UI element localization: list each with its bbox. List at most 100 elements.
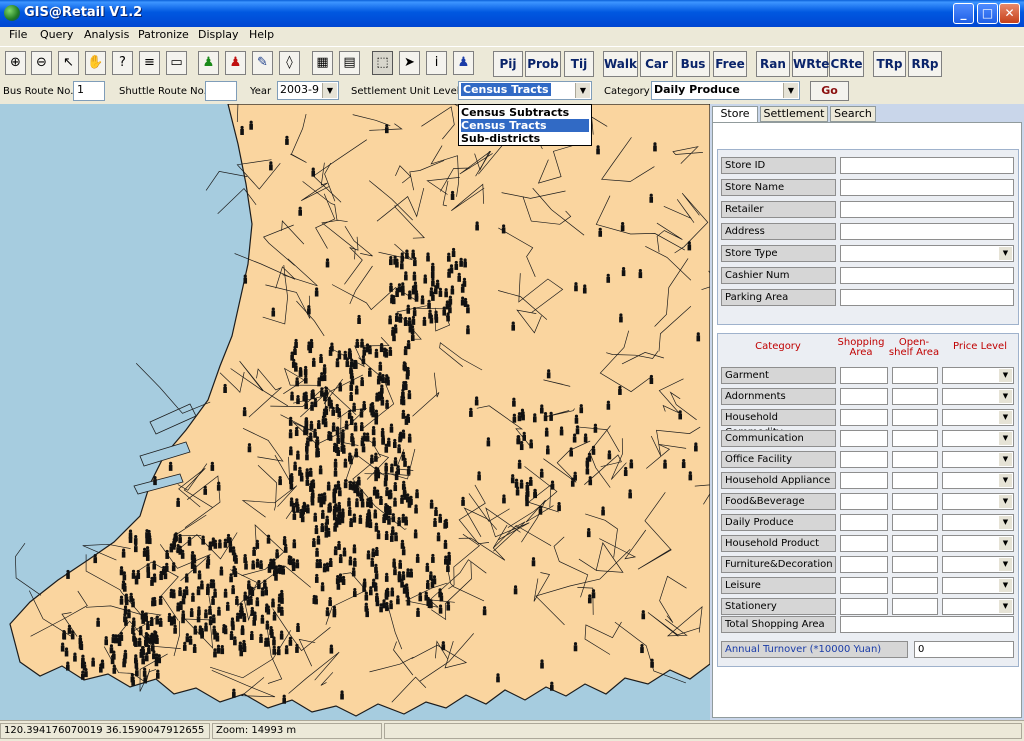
price-level-select[interactable]: ▼ bbox=[942, 430, 1014, 447]
shopping-area-field[interactable] bbox=[840, 430, 888, 447]
menu-analysis[interactable]: Analysis bbox=[84, 28, 129, 41]
store-type-select[interactable]: ▼ bbox=[840, 245, 1014, 262]
price-level-select[interactable]: ▼ bbox=[942, 556, 1014, 573]
rrp-button[interactable]: RRp bbox=[908, 51, 942, 77]
tij-button[interactable]: Tij bbox=[564, 51, 594, 77]
settlement-select[interactable]: Census Tracts ▼ bbox=[458, 81, 592, 100]
price-level-select[interactable]: ▼ bbox=[942, 472, 1014, 489]
shopping-area-field[interactable] bbox=[840, 367, 888, 384]
person-blue-icon[interactable]: ♟ bbox=[453, 51, 474, 75]
shopping-area-field[interactable] bbox=[840, 514, 888, 531]
bus-route-input[interactable]: 1 bbox=[73, 81, 105, 101]
crte-button[interactable]: CRte bbox=[829, 51, 864, 77]
open-shelf-area-field[interactable] bbox=[892, 430, 938, 447]
map-canvas[interactable] bbox=[0, 104, 710, 720]
open-shelf-area-field[interactable] bbox=[892, 577, 938, 594]
help-icon[interactable]: ? bbox=[112, 51, 133, 75]
open-shelf-area-field[interactable] bbox=[892, 514, 938, 531]
arrow-icon[interactable]: ➤ bbox=[399, 51, 420, 75]
zoom-in-icon[interactable]: ⊕ bbox=[5, 51, 26, 75]
wrte-button[interactable]: WRte bbox=[792, 51, 829, 77]
pij-button[interactable]: Pij bbox=[493, 51, 523, 77]
price-level-select[interactable]: ▼ bbox=[942, 409, 1014, 426]
option-census-tracts[interactable]: Census Tracts bbox=[461, 119, 589, 132]
shopping-area-field[interactable] bbox=[840, 388, 888, 405]
year-select[interactable]: 2003-9 ▼ bbox=[277, 81, 339, 100]
pointer-icon[interactable]: ↖ bbox=[58, 51, 79, 75]
shopping-area-field[interactable] bbox=[840, 493, 888, 510]
menu-patronize[interactable]: Patronize bbox=[138, 28, 189, 41]
menu-file[interactable]: File bbox=[9, 28, 27, 41]
person-marker-icon bbox=[415, 489, 419, 499]
open-shelf-area-field[interactable] bbox=[892, 472, 938, 489]
chevron-down-icon: ▼ bbox=[999, 579, 1012, 592]
menu-display[interactable]: Display bbox=[198, 28, 239, 41]
pin-icon[interactable]: ✎ bbox=[252, 51, 273, 75]
option-census-subtracts[interactable]: Census Subtracts bbox=[461, 106, 589, 119]
option-sub-districts[interactable]: Sub-districts bbox=[461, 132, 589, 145]
bus-button[interactable]: Bus bbox=[676, 51, 710, 77]
open-shelf-area-field[interactable] bbox=[892, 388, 938, 405]
shuttle-route-input[interactable] bbox=[205, 81, 237, 101]
layers-icon[interactable]: ≡ bbox=[139, 51, 160, 75]
price-level-select[interactable]: ▼ bbox=[942, 388, 1014, 405]
person-marker-icon bbox=[607, 450, 612, 460]
menu-query[interactable]: Query bbox=[40, 28, 73, 41]
category-select[interactable]: Daily Produce ▼ bbox=[651, 81, 800, 100]
price-level-select[interactable]: ▼ bbox=[942, 493, 1014, 510]
shopping-area-field[interactable] bbox=[840, 598, 888, 615]
go-button[interactable]: Go bbox=[810, 81, 849, 101]
retailer-field[interactable] bbox=[840, 201, 1014, 218]
person-marker-icon bbox=[403, 380, 408, 391]
info-icon[interactable]: i bbox=[426, 51, 447, 75]
report-icon[interactable]: ▤ bbox=[339, 51, 360, 75]
table-icon[interactable]: ▦ bbox=[312, 51, 333, 75]
open-shelf-area-field[interactable] bbox=[892, 598, 938, 615]
open-shelf-area-field[interactable] bbox=[892, 556, 938, 573]
trp-button[interactable]: TRp bbox=[873, 51, 906, 77]
select-icon[interactable]: ⬚ bbox=[372, 51, 393, 75]
prob-button[interactable]: Prob bbox=[525, 51, 561, 77]
price-level-select[interactable]: ▼ bbox=[942, 514, 1014, 531]
open-shelf-area-field[interactable] bbox=[892, 367, 938, 384]
free-button[interactable]: Free bbox=[713, 51, 747, 77]
pan-hand-icon[interactable]: ✋ bbox=[85, 51, 106, 75]
shopping-area-field[interactable] bbox=[840, 577, 888, 594]
address-field[interactable] bbox=[840, 223, 1014, 240]
tab-search[interactable]: Search bbox=[830, 106, 876, 122]
shopping-area-field[interactable] bbox=[840, 451, 888, 468]
walk-button[interactable]: Walk bbox=[603, 51, 638, 77]
shopping-area-field[interactable] bbox=[840, 472, 888, 489]
price-level-select[interactable]: ▼ bbox=[942, 598, 1014, 615]
price-level-select[interactable]: ▼ bbox=[942, 451, 1014, 468]
parking-area-field[interactable] bbox=[840, 289, 1014, 306]
person-green-icon[interactable]: ♟ bbox=[198, 51, 219, 75]
open-shelf-area-field[interactable] bbox=[892, 451, 938, 468]
person-marker-icon bbox=[196, 586, 201, 596]
minimize-button[interactable]: _ bbox=[953, 3, 974, 24]
zoom-out-icon[interactable]: ⊖ bbox=[31, 51, 52, 75]
open-shelf-area-field[interactable] bbox=[892, 493, 938, 510]
store-name-field[interactable] bbox=[840, 179, 1014, 196]
maximize-button[interactable]: □ bbox=[977, 3, 998, 24]
price-level-select[interactable]: ▼ bbox=[942, 367, 1014, 384]
price-level-select[interactable]: ▼ bbox=[942, 577, 1014, 594]
close-button[interactable]: ✕ bbox=[999, 3, 1020, 24]
person-red-icon[interactable]: ♟ bbox=[225, 51, 246, 75]
shopping-area-field[interactable] bbox=[840, 556, 888, 573]
store-id-field[interactable] bbox=[840, 157, 1014, 174]
annual-turnover-field[interactable]: 0 bbox=[914, 641, 1014, 658]
map-icon[interactable]: ▭ bbox=[166, 51, 187, 75]
tab-settlement[interactable]: Settlement bbox=[760, 106, 828, 122]
open-shelf-area-field[interactable] bbox=[892, 409, 938, 426]
price-level-select[interactable]: ▼ bbox=[942, 535, 1014, 552]
shopping-area-field[interactable] bbox=[840, 535, 888, 552]
ran-button[interactable]: Ran bbox=[756, 51, 790, 77]
menu-help[interactable]: Help bbox=[249, 28, 274, 41]
total-shopping-area-field[interactable] bbox=[840, 616, 1014, 633]
cashier-num-field[interactable] bbox=[840, 267, 1014, 284]
car-button[interactable]: Car bbox=[640, 51, 673, 77]
shopping-area-field[interactable] bbox=[840, 409, 888, 426]
open-shelf-area-field[interactable] bbox=[892, 535, 938, 552]
eraser-icon[interactable]: ◊ bbox=[279, 51, 300, 75]
